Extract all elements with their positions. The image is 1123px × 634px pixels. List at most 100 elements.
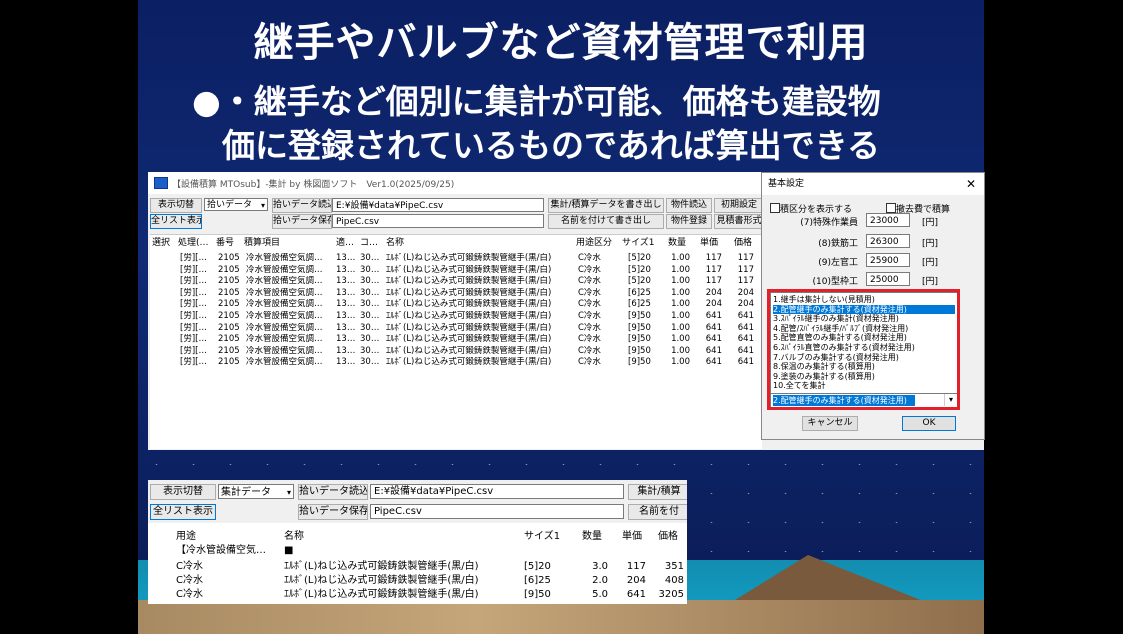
initial-settings-button[interactable]: 初期設定 xyxy=(714,198,764,213)
grid-cell[interactable]: ｴﾙﾎﾞ(L)ねじ込み式可鍛鋳鉄製管継手(黒/白) xyxy=(386,299,576,311)
grid-cell[interactable]: [労][… xyxy=(180,276,212,288)
grid-cell[interactable]: ｴﾙﾎﾞ(L)ねじ込み式可鍛鋳鉄製管継手(黒/白) xyxy=(386,253,576,265)
grid-cell[interactable]: 13… xyxy=(336,276,356,288)
summary-cell[interactable]: 641 xyxy=(614,588,646,601)
grid-cell[interactable]: 冷水管設備空気調… xyxy=(246,346,334,358)
grid-cell[interactable]: [労][… xyxy=(180,299,212,311)
load-data-button[interactable]: 拾いデータ読込 xyxy=(272,198,332,213)
grid-cell[interactable]: 13… xyxy=(336,311,356,323)
data-type-select[interactable]: 拾いデータ ▾ xyxy=(204,198,268,211)
grid-cell[interactable]: ｴﾙﾎﾞ(L)ねじ込み式可鍛鋳鉄製管継手(黒/白) xyxy=(386,276,576,288)
wage-input[interactable]: 25000 xyxy=(866,272,910,286)
grid-cell[interactable]: 30… xyxy=(360,323,382,335)
grid-cell[interactable]: [労][… xyxy=(180,323,212,335)
grid-cell[interactable]: 2105 xyxy=(218,346,242,358)
grid-cell[interactable]: 13… xyxy=(336,323,356,335)
close-icon[interactable]: ✕ xyxy=(966,173,976,195)
grid-cell[interactable]: 2105 xyxy=(218,299,242,311)
column-header[interactable]: 数量 xyxy=(582,527,602,542)
grid-cell[interactable]: [6]25 xyxy=(628,288,658,300)
data-grid[interactable]: 選択 処理(… 番号 積算項目 適… コ… 名称 用途区分 サイズ1 数量 単価… xyxy=(150,234,762,449)
summary-cell[interactable]: ｴﾙﾎﾞ(L)ねじ込み式可鍛鋳鉄製管継手(黒/白) xyxy=(284,574,514,587)
file-name-input[interactable]: PipeC.csv xyxy=(332,214,544,228)
estimate-format-button[interactable]: 見積書形式 xyxy=(714,214,764,229)
grid-cell[interactable]: 641 xyxy=(696,311,722,323)
grid-cell[interactable]: 2105 xyxy=(218,357,242,369)
summary-cell[interactable]: C冷水 xyxy=(176,574,276,587)
grid-cell[interactable]: 30… xyxy=(360,346,382,358)
grid-cell[interactable]: 30… xyxy=(360,265,382,277)
grid-cell[interactable]: [5]20 xyxy=(628,265,658,277)
grid-cell[interactable]: ｴﾙﾎﾞ(L)ねじ込み式可鍛鋳鉄製管継手(黒/白) xyxy=(386,288,576,300)
grid-cell[interactable]: 641 xyxy=(696,346,722,358)
column-header[interactable]: サイズ1 xyxy=(622,235,656,251)
grid-cell[interactable]: [労][… xyxy=(180,346,212,358)
wage-input[interactable]: 23000 xyxy=(866,213,910,227)
grid-cell[interactable]: 冷水管設備空気調… xyxy=(246,265,334,277)
summary-cell[interactable]: 2.0 xyxy=(574,574,608,587)
path-input[interactable]: E:¥設備¥data¥PipeC.csv xyxy=(370,484,624,499)
grid-cell[interactable]: C冷水 xyxy=(578,334,620,346)
export-summary-button[interactable]: 集計/積算データを書き出し xyxy=(548,198,664,213)
grid-cell[interactable]: 冷水管設備空気調… xyxy=(246,253,334,265)
grid-cell[interactable]: C冷水 xyxy=(578,299,620,311)
grid-cell[interactable]: 2105 xyxy=(218,276,242,288)
grid-cell[interactable]: [5]20 xyxy=(628,276,658,288)
grid-cell[interactable]: 1.00 xyxy=(662,253,690,265)
grid-cell[interactable]: 冷水管設備空気調… xyxy=(246,288,334,300)
grid-cell[interactable]: ｴﾙﾎﾞ(L)ねじ込み式可鍛鋳鉄製管継手(黒/白) xyxy=(386,311,576,323)
grid-cell[interactable]: ｴﾙﾎﾞ(L)ねじ込み式可鍛鋳鉄製管継手(黒/白) xyxy=(386,346,576,358)
grid-cell[interactable]: 1.00 xyxy=(662,311,690,323)
summary-cell[interactable]: C冷水 xyxy=(176,560,276,573)
grid-cell[interactable]: 1.00 xyxy=(662,288,690,300)
grid-cell[interactable]: 13… xyxy=(336,357,356,369)
grid-cell[interactable]: C冷水 xyxy=(578,311,620,323)
summary-cell[interactable]: ｴﾙﾎﾞ(L)ねじ込み式可鍛鋳鉄製管継手(黒/白) xyxy=(284,588,514,601)
grid-cell[interactable]: [労][… xyxy=(180,334,212,346)
summary-cell[interactable]: 351 xyxy=(648,560,684,573)
grid-cell[interactable]: 13… xyxy=(336,253,356,265)
grid-cell[interactable]: 204 xyxy=(728,299,754,311)
register-item-button[interactable]: 物件登録 xyxy=(666,214,712,229)
summary-cell[interactable]: 117 xyxy=(614,560,646,573)
column-header[interactable]: 番号 xyxy=(216,235,240,251)
grid-cell[interactable]: C冷水 xyxy=(578,346,620,358)
grid-cell[interactable]: C冷水 xyxy=(578,253,620,265)
grid-cell[interactable]: 13… xyxy=(336,334,356,346)
column-header[interactable]: 名称 xyxy=(386,235,566,251)
grid-cell[interactable]: ｴﾙﾎﾞ(L)ねじ込み式可鍛鋳鉄製管継手(黒/白) xyxy=(386,357,576,369)
grid-cell[interactable]: ｴﾙﾎﾞ(L)ねじ込み式可鍛鋳鉄製管継手(黒/白) xyxy=(386,334,576,346)
column-header[interactable]: コ… xyxy=(360,235,378,251)
grid-cell[interactable]: 1.00 xyxy=(662,346,690,358)
grid-cell[interactable]: 204 xyxy=(728,288,754,300)
grid-cell[interactable]: 117 xyxy=(696,253,722,265)
grid-cell[interactable]: 641 xyxy=(728,323,754,335)
grid-cell[interactable]: 30… xyxy=(360,276,382,288)
grid-cell[interactable]: 641 xyxy=(728,357,754,369)
grid-cell[interactable]: 30… xyxy=(360,334,382,346)
data-type-select[interactable]: 集計データ ▾ xyxy=(218,484,294,499)
grid-cell[interactable]: 2105 xyxy=(218,311,242,323)
removal-cost-checkbox[interactable] xyxy=(886,203,896,213)
grid-cell[interactable]: 冷水管設備空気調… xyxy=(246,299,334,311)
wage-input[interactable]: 25900 xyxy=(866,253,910,267)
grid-cell[interactable]: [労][… xyxy=(180,265,212,277)
grid-cell[interactable]: 30… xyxy=(360,357,382,369)
summary-cell[interactable]: 5.0 xyxy=(574,588,608,601)
column-header[interactable]: 処理(… xyxy=(178,235,210,251)
grid-cell[interactable]: 1.00 xyxy=(662,299,690,311)
grid-cell[interactable]: ｴﾙﾎﾞ(L)ねじ込み式可鍛鋳鉄製管継手(黒/白) xyxy=(386,265,576,277)
grid-cell[interactable]: 13… xyxy=(336,346,356,358)
grid-cell[interactable]: 117 xyxy=(728,276,754,288)
grid-cell[interactable]: [労][… xyxy=(180,357,212,369)
grid-cell[interactable]: 1.00 xyxy=(662,276,690,288)
grid-cell[interactable]: 2105 xyxy=(218,323,242,335)
grid-cell[interactable]: 2105 xyxy=(218,253,242,265)
all-list-button[interactable]: 全リスト表示 xyxy=(150,504,216,520)
grid-cell[interactable]: 13… xyxy=(336,288,356,300)
column-header[interactable]: 名称 xyxy=(284,527,304,542)
grid-cell[interactable]: 1.00 xyxy=(662,334,690,346)
grid-cell[interactable]: [労][… xyxy=(180,311,212,323)
cancel-button[interactable]: キャンセル xyxy=(802,416,858,431)
grid-cell[interactable]: [9]50 xyxy=(628,311,658,323)
